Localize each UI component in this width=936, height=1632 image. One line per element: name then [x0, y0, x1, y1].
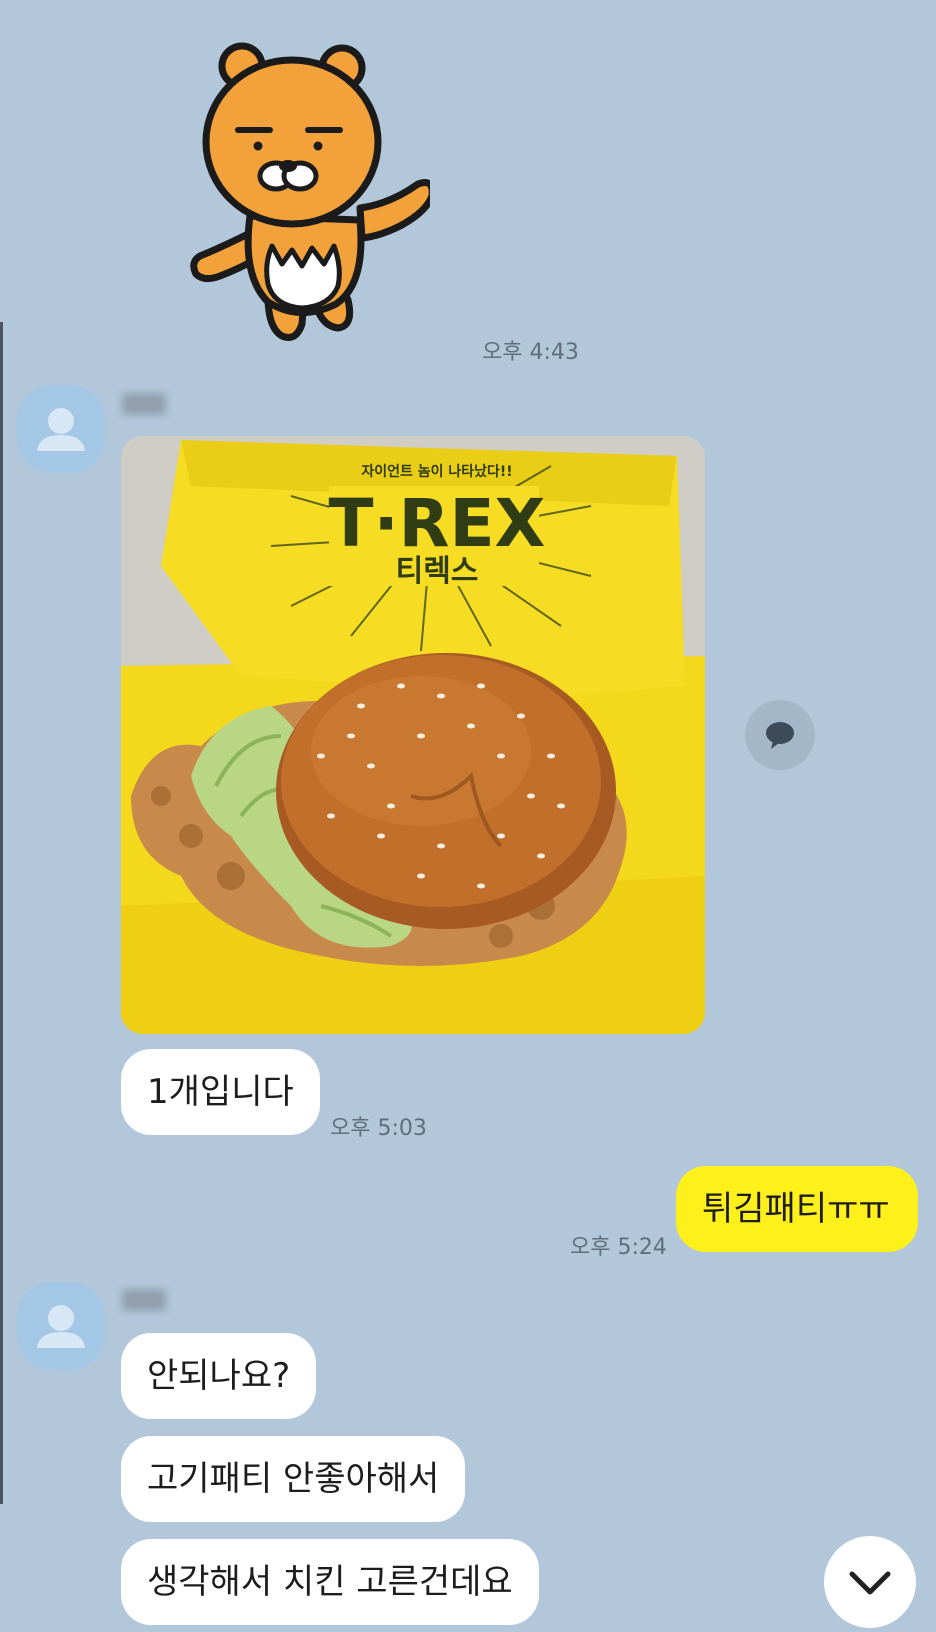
speech-bubble-icon [766, 722, 794, 749]
sender-name-blurred [122, 393, 166, 415]
message-bubble-received[interactable]: 안되나요? [121, 1333, 317, 1419]
side-edge [0, 322, 3, 1504]
chevron-down-icon [849, 1571, 891, 1595]
default-profile-icon [37, 1305, 85, 1348]
message-bubble-received[interactable]: 고기패티 안좋아해서 [121, 1436, 466, 1522]
burger-photo: 자이언트 놈이 나타났다!! T·REX 티렉스 [121, 436, 705, 1034]
ryan-sticker[interactable] [190, 36, 430, 346]
timestamp: 오후 5:24 [570, 1235, 667, 1260]
sender-name-blurred [122, 1289, 166, 1311]
wrapper-tagline: 자이언트 놈이 나타났다!! [361, 463, 512, 480]
scroll-to-bottom-button[interactable] [824, 1536, 916, 1628]
default-profile-icon [37, 408, 85, 451]
chat-screen: 오후 4:43 자이언트 놈이 나타났다!! T·REX 티렉스 1개입니다 오… [0, 0, 936, 1631]
sender-avatar[interactable] [17, 385, 105, 473]
timestamp: 오후 4:43 [482, 340, 579, 365]
chat-photo[interactable]: 자이언트 놈이 나타났다!! T·REX 티렉스 [121, 436, 705, 1034]
sender-avatar[interactable] [17, 1282, 105, 1370]
message-bubble-received[interactable]: 생각해서 치킨 고른건데요 [121, 1539, 539, 1625]
wrapper-brand: T·REX [329, 485, 546, 562]
wrapper-korean: 티렉스 [396, 554, 479, 589]
share-button[interactable] [745, 700, 815, 770]
message-bubble-sent[interactable]: 튀김패티ㅠㅠ [676, 1166, 918, 1252]
message-bubble-received[interactable]: 1개입니다 [121, 1049, 320, 1135]
timestamp: 오후 5:03 [330, 1116, 427, 1141]
